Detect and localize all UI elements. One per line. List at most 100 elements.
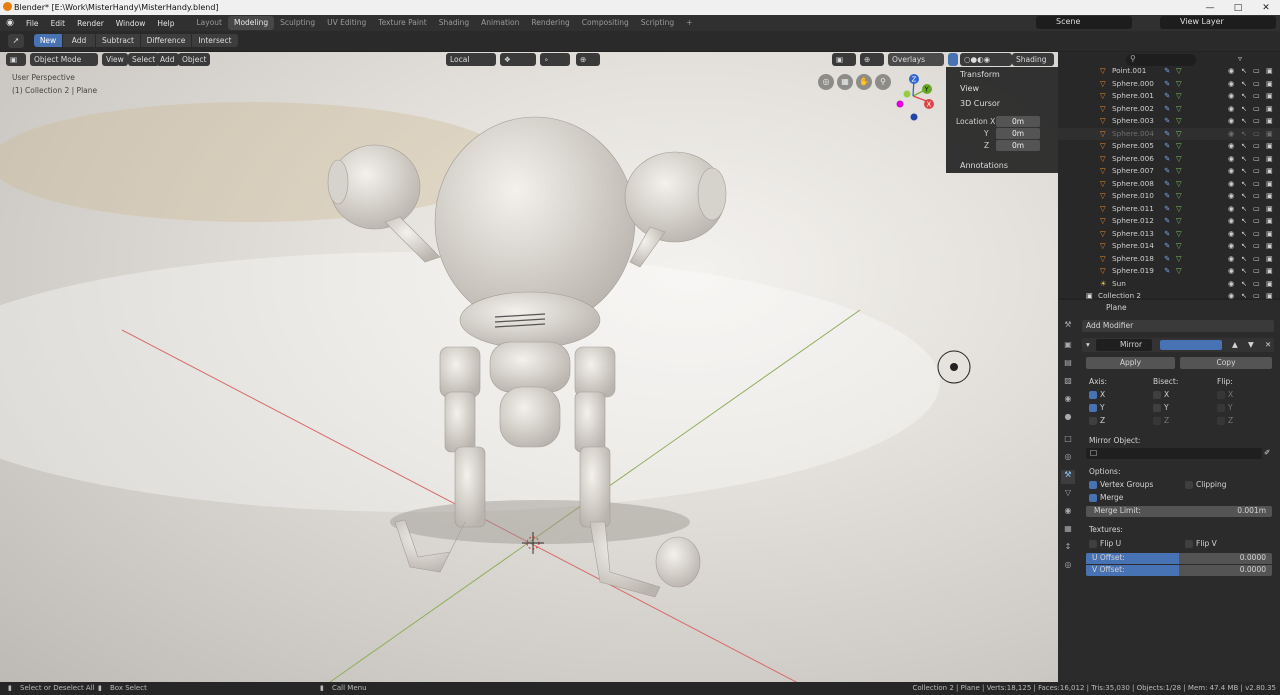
camera-icon[interactable]: ▣ — [1266, 91, 1273, 100]
flip-u-checkbox[interactable] — [1089, 540, 1097, 548]
tab-rendering[interactable]: Rendering — [525, 16, 575, 30]
mirror-modifier-header[interactable]: ▾ Mirror ▲ ▼ ✕ — [1082, 338, 1274, 352]
tab-animation[interactable]: Animation — [475, 16, 525, 30]
monitor-icon[interactable]: ▭ — [1253, 191, 1260, 200]
monitor-icon[interactable]: ▭ — [1253, 116, 1260, 125]
vertex-groups-checkbox[interactable] — [1089, 481, 1097, 489]
blender-menu-icon[interactable]: ◉ — [0, 18, 20, 28]
outliner-row[interactable]: ▽ Sphere.010 ✎ ▽ ◉ ↖ ▭ ▣ — [1058, 190, 1280, 203]
move-up-icon[interactable]: ▲ — [1232, 340, 1238, 349]
select-arrow-icon[interactable]: ↖ — [1241, 79, 1247, 88]
select-tool-icon[interactable]: ➚ — [8, 34, 24, 48]
material-tab-icon[interactable]: ↕ — [1061, 542, 1075, 556]
minimize-icon[interactable]: — — [1196, 0, 1224, 15]
orientation-dropdown[interactable]: Local — [446, 53, 496, 66]
scene-tab-icon[interactable]: ◉ — [1061, 394, 1075, 408]
apply-button[interactable]: Apply — [1086, 357, 1175, 369]
camera-icon[interactable]: ▣ — [1266, 179, 1273, 188]
tab-compositing[interactable]: Compositing — [576, 16, 635, 30]
outliner-row[interactable]: ▽ Sphere.014 ✎ ▽ ◉ ↖ ▭ ▣ — [1058, 240, 1280, 253]
bool-add-button[interactable]: Add — [63, 34, 95, 47]
data-tab-icon[interactable]: ▦ — [1061, 524, 1075, 538]
camera-icon[interactable]: ▣ — [1266, 191, 1273, 200]
merge-limit-field[interactable]: Merge Limit: 0.001m — [1086, 506, 1272, 517]
eye-icon[interactable]: ◉ — [1228, 229, 1234, 238]
bool-subtract-button[interactable]: Subtract — [96, 34, 140, 47]
outliner-row[interactable]: ▽ Sphere.000 ✎ ▽ ◉ ↖ ▭ ▣ — [1058, 78, 1280, 91]
cursor-y-field[interactable]: 0m — [996, 128, 1040, 139]
eye-icon[interactable]: ◉ — [1228, 191, 1234, 200]
select-arrow-icon[interactable]: ↖ — [1241, 66, 1247, 75]
panel-view[interactable]: View — [946, 82, 1058, 95]
cursor-z-field[interactable]: 0m — [996, 140, 1040, 151]
flip-v-checkbox[interactable] — [1185, 540, 1193, 548]
eye-icon[interactable]: ◉ — [1228, 279, 1234, 288]
view-object-types-icon[interactable]: ▣ — [832, 53, 856, 66]
overlays-button[interactable]: Overlays — [888, 53, 944, 66]
transform-gizmo-icon[interactable]: ⊕ — [576, 53, 600, 66]
outliner-row[interactable]: ☀ Sun ◉ ↖ ▭ ▣ — [1058, 278, 1280, 291]
outliner-row[interactable]: ▽ Sphere.005 ✎ ▽ ◉ ↖ ▭ ▣ — [1058, 140, 1280, 153]
tool-tab-icon[interactable]: ⚒ — [1061, 320, 1075, 334]
tab-sculpting[interactable]: Sculpting — [274, 16, 321, 30]
view-layer-selector[interactable]: View Layer — [1160, 16, 1276, 29]
camera-icon[interactable]: ▣ — [1266, 241, 1273, 250]
bool-new-button[interactable]: New — [34, 34, 62, 47]
monitor-icon[interactable]: ▭ — [1253, 241, 1260, 250]
u-offset-slider[interactable]: U Offset: 0.0000 — [1086, 553, 1272, 564]
camera-icon[interactable]: ▣ — [1266, 104, 1273, 113]
select-arrow-icon[interactable]: ↖ — [1241, 129, 1247, 138]
camera-icon[interactable]: ▣ — [1266, 79, 1273, 88]
editor-type-icon[interactable]: ▣ — [6, 53, 26, 66]
eye-icon[interactable]: ◉ — [1228, 216, 1234, 225]
tab-texture-paint[interactable]: Texture Paint — [372, 16, 432, 30]
mirror-object-field[interactable]: □ — [1086, 448, 1262, 459]
perspective-toggle-icon[interactable]: ▦ — [837, 74, 853, 90]
camera-icon[interactable]: ▣ — [1266, 154, 1273, 163]
merge-checkbox[interactable] — [1089, 494, 1097, 502]
clipping-checkbox[interactable] — [1185, 481, 1193, 489]
cursor-x-field[interactable]: 0m — [996, 116, 1040, 127]
close-icon[interactable]: ✕ — [1252, 0, 1280, 15]
select-arrow-icon[interactable]: ↖ — [1241, 104, 1247, 113]
remove-modifier-icon[interactable]: ✕ — [1265, 340, 1271, 349]
tab-uv-editing[interactable]: UV Editing — [321, 16, 372, 30]
menu-edit[interactable]: Edit — [45, 19, 72, 28]
eye-icon[interactable]: ◉ — [1228, 79, 1234, 88]
monitor-icon[interactable]: ▭ — [1253, 129, 1260, 138]
eye-icon[interactable]: ◉ — [1228, 179, 1234, 188]
monitor-icon[interactable]: ▭ — [1253, 79, 1260, 88]
mode-dropdown[interactable]: Object Mode — [30, 53, 98, 66]
eyedropper-icon[interactable]: ✐ — [1264, 448, 1270, 457]
zoom-icon[interactable]: ⚲ — [875, 74, 891, 90]
monitor-icon[interactable]: ▭ — [1253, 179, 1260, 188]
flip-x-checkbox[interactable] — [1217, 391, 1225, 399]
particles-tab-icon[interactable]: ▽ — [1061, 488, 1075, 502]
outliner-row[interactable]: ▽ Sphere.003 ✎ ▽ ◉ ↖ ▭ ▣ — [1058, 115, 1280, 128]
bool-difference-button[interactable]: Difference — [141, 34, 191, 47]
add-workspace-icon[interactable]: + — [680, 16, 698, 30]
eye-icon[interactable]: ◉ — [1228, 154, 1234, 163]
camera-icon[interactable]: ▣ — [1266, 116, 1273, 125]
select-arrow-icon[interactable]: ↖ — [1241, 166, 1247, 175]
outliner-row[interactable]: ▽ Point.001 ✎ ▽ ◉ ↖ ▭ ▣ — [1058, 65, 1280, 78]
flip-y-checkbox[interactable] — [1217, 404, 1225, 412]
v-offset-slider[interactable]: V Offset: 0.0000 — [1086, 565, 1272, 576]
monitor-icon[interactable]: ▭ — [1253, 66, 1260, 75]
select-arrow-icon[interactable]: ↖ — [1241, 204, 1247, 213]
select-arrow-icon[interactable]: ↖ — [1241, 241, 1247, 250]
panel-annotations[interactable]: Annotations — [946, 159, 1058, 172]
camera-icon[interactable]: ▣ — [1266, 216, 1273, 225]
outliner-row[interactable]: ▽ Sphere.018 ✎ ▽ ◉ ↖ ▭ ▣ — [1058, 253, 1280, 266]
shading-modes[interactable]: ○●◐◉ — [960, 53, 1012, 66]
viewport-menu-add[interactable]: Add — [156, 53, 179, 66]
axis-z-checkbox[interactable] — [1089, 417, 1097, 425]
copy-button[interactable]: Copy — [1180, 357, 1272, 369]
monitor-icon[interactable]: ▭ — [1253, 141, 1260, 150]
select-arrow-icon[interactable]: ↖ — [1241, 116, 1247, 125]
camera-icon[interactable]: ▣ — [1266, 166, 1273, 175]
bisect-z-checkbox[interactable] — [1153, 417, 1161, 425]
shading-dropdown[interactable]: Shading — [1012, 53, 1054, 66]
bisect-x-checkbox[interactable] — [1153, 391, 1161, 399]
camera-icon[interactable]: ▣ — [1266, 66, 1273, 75]
